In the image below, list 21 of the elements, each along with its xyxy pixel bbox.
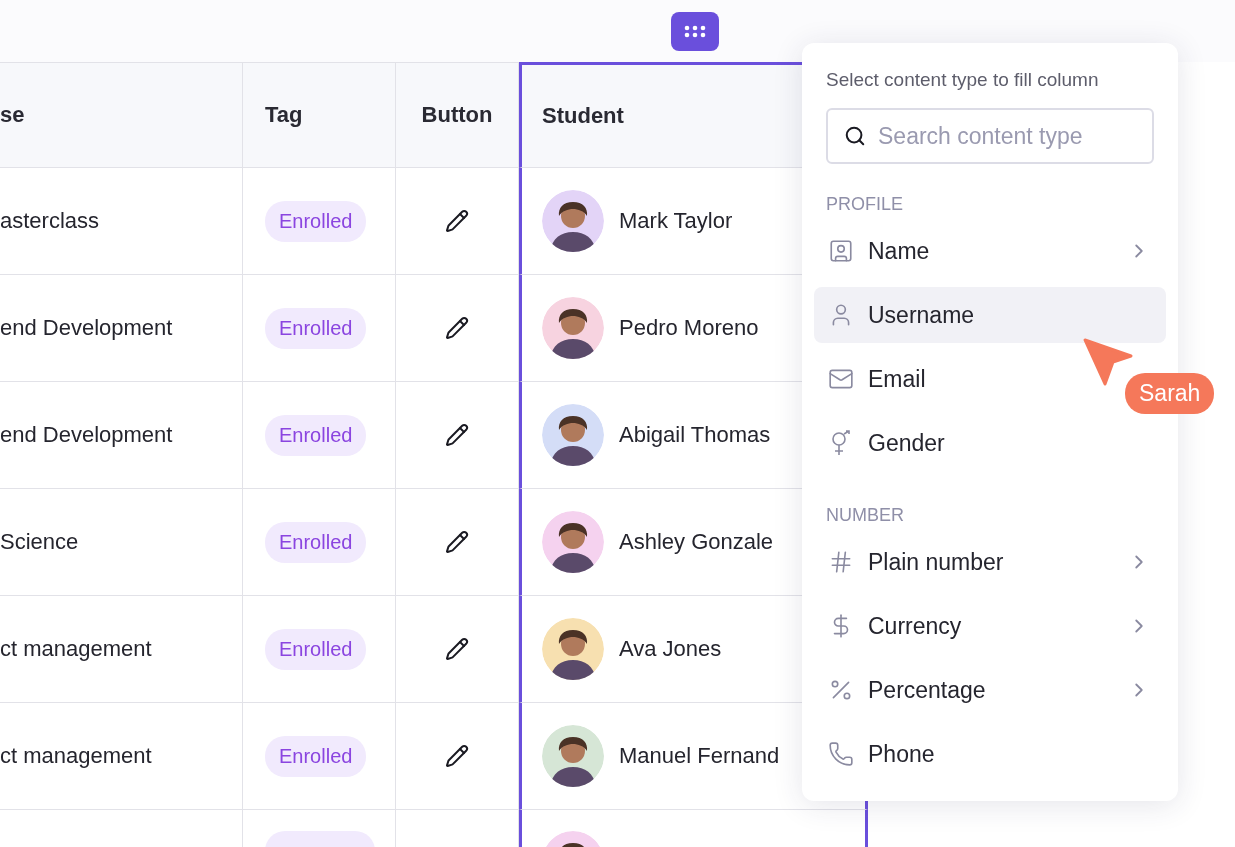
- tag-badge: Enrolled: [265, 307, 367, 349]
- section-label: PROFILE: [825, 193, 905, 216]
- tag-badge: Enrolled: [265, 628, 367, 670]
- course-name: ct management: [0, 636, 152, 662]
- course-name: ct management: [0, 743, 152, 769]
- student-name: Pedro Moreno: [619, 315, 759, 341]
- course-name: Science: [0, 529, 79, 555]
- user-name-tag: Sarah: [1125, 373, 1215, 414]
- student-name: Manuel Fernand: [619, 743, 780, 769]
- tag-badge: Enrolled: [265, 414, 367, 456]
- student-name: Ava Jones: [619, 636, 722, 662]
- student-name: Mark Taylor: [619, 208, 733, 234]
- student-name: Abigail Thomas: [619, 422, 771, 448]
- course-name: asterclass: [0, 208, 100, 234]
- section-label: NUMBER: [825, 504, 905, 527]
- tag-badge: Enrolled: [265, 735, 367, 777]
- tag-badge: Enrolled: [265, 200, 367, 242]
- student-name: Ashley Gonzale: [619, 529, 774, 555]
- tag-badge: Enrolled: [265, 521, 367, 563]
- course-name: end Development: [0, 422, 173, 448]
- course-name: end Development: [0, 315, 173, 341]
